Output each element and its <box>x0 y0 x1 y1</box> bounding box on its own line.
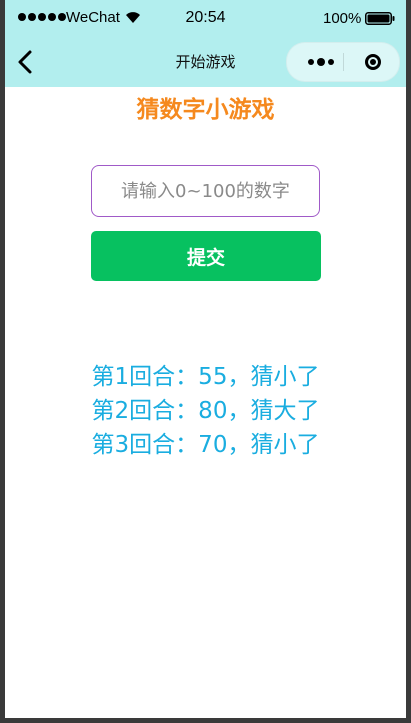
status-bar: WeChat 20:54 100% <box>5 0 406 38</box>
phone-screen: WeChat 20:54 100% 开始游戏 猜数字小游戏 请输入0~100的数… <box>5 0 406 718</box>
round-result: 第1回合：55，猜小了 <box>91 364 320 390</box>
round-result: 第3回合：70，猜小了 <box>91 432 320 458</box>
submit-button[interactable]: 提交 <box>91 231 321 281</box>
capsule-divider <box>343 53 344 71</box>
menu-capsule <box>286 42 400 82</box>
number-input[interactable] <box>91 165 320 217</box>
top-bar: WeChat 20:54 100% 开始游戏 <box>5 0 406 87</box>
battery-percent: 100% <box>323 10 362 27</box>
battery-icon <box>365 12 395 25</box>
game-title: 猜数字小游戏 <box>136 97 275 123</box>
round-results: 第1回合：55，猜小了 第2回合：80，猜大了 第3回合：70，猜小了 <box>5 360 406 462</box>
close-miniprogram-button[interactable] <box>353 43 393 81</box>
more-options-button[interactable] <box>299 43 343 81</box>
target-icon <box>365 54 381 70</box>
round-result: 第2回合：80，猜大了 <box>91 398 320 424</box>
navigation-bar: 开始游戏 <box>5 38 406 87</box>
